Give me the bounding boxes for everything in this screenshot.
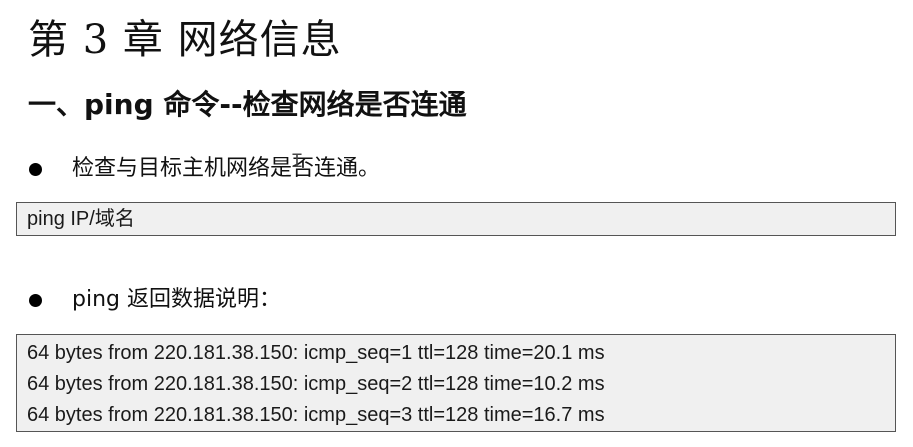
output-box: 64 bytes from 220.181.38.150: icmp_seq=1… [16,334,896,432]
bullet-item-output: ping 返回数据说明： [26,283,281,317]
bullet-dot-icon [29,162,42,176]
output-line: 64 bytes from 220.181.38.150: icmp_seq=1… [27,342,605,364]
output-line: 64 bytes from 220.181.38.150: icmp_seq=3… [27,404,605,426]
bullet-text: ping 返回数据说明： [72,287,281,312]
text-cursor-icon: Ｉ [288,151,306,172]
bullet-text: 检查与目标主机网络是否连通。 [72,156,381,181]
chapter-title: 第 3 章 网络信息 [28,17,342,63]
bullet-item-purpose: 检查与目标主机网络是否连通。 [26,152,380,186]
section-title: 一、ping 命令--检查网络是否连通 [28,88,467,121]
syntax-text: ping IP/域名 [27,208,135,230]
output-line: 64 bytes from 220.181.38.150: icmp_seq=2… [27,373,605,395]
syntax-box: ping IP/域名 [16,202,896,236]
bullet-dot-icon [29,293,42,307]
